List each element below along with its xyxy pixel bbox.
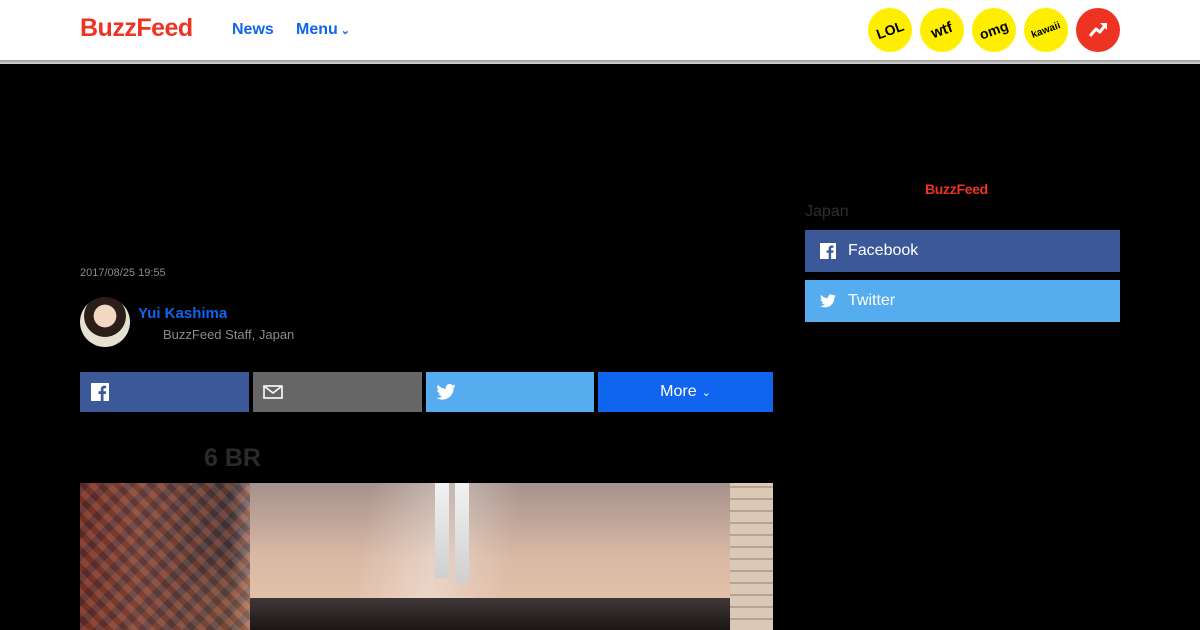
twitter-icon bbox=[436, 382, 456, 402]
sidebar-twitter-label: Twitter bbox=[848, 292, 896, 309]
buzzfeed-logo[interactable]: BuzzFeed bbox=[80, 14, 193, 43]
facebook-icon bbox=[90, 382, 110, 402]
chevron-down-icon: ⌄ bbox=[701, 386, 711, 399]
mail-icon bbox=[263, 382, 283, 402]
badge-kawaii[interactable]: kawaii bbox=[1024, 8, 1068, 52]
sidebar-country-label: Japan bbox=[805, 203, 849, 220]
header-divider bbox=[0, 60, 1200, 64]
publish-timestamp: 2017/08/25 19:55 bbox=[80, 267, 166, 279]
nav-menu-button[interactable]: Menu ⌄ bbox=[296, 21, 350, 39]
sidebar-buzzfeed-logo[interactable]: BuzzFeed bbox=[925, 181, 988, 197]
nav-menu-label: Menu bbox=[296, 21, 338, 38]
trending-arrow-icon bbox=[1088, 23, 1108, 37]
chevron-down-icon: ⌄ bbox=[340, 25, 350, 37]
facebook-icon bbox=[818, 241, 838, 261]
author-name-link[interactable]: Yui Kashima bbox=[138, 305, 227, 322]
sidebar-facebook-label: Facebook bbox=[848, 242, 919, 259]
badge-lol[interactable]: LOL bbox=[868, 8, 912, 52]
badge-lol-label: LOL bbox=[874, 17, 906, 43]
sidebar-twitter-button[interactable]: Twitter bbox=[805, 280, 1120, 322]
badge-wtf-label: wtf bbox=[928, 18, 956, 42]
share-more-button[interactable]: More ⌄ bbox=[598, 372, 773, 412]
badge-omg[interactable]: omg bbox=[972, 8, 1016, 52]
nav-news-link[interactable]: News bbox=[232, 21, 274, 39]
share-twitter-button[interactable] bbox=[426, 372, 594, 412]
sidebar-facebook-button[interactable]: Facebook bbox=[805, 230, 1120, 272]
article-hero-image bbox=[80, 483, 773, 630]
section-heading: 6 BR bbox=[204, 444, 261, 472]
badge-omg-label: omg bbox=[977, 17, 1011, 43]
badge-wtf[interactable]: wtf bbox=[920, 8, 964, 52]
share-more-label: More bbox=[660, 383, 697, 400]
share-facebook-button[interactable] bbox=[80, 372, 249, 412]
author-avatar[interactable] bbox=[80, 297, 130, 347]
share-email-button[interactable] bbox=[253, 372, 422, 412]
badge-kawaii-label: kawaii bbox=[1030, 19, 1062, 41]
author-role: BuzzFeed Staff, Japan bbox=[163, 327, 295, 342]
trending-button[interactable] bbox=[1076, 8, 1120, 52]
twitter-icon bbox=[818, 291, 838, 311]
site-header: BuzzFeed News Menu ⌄ LOL wtf omg kawaii bbox=[0, 0, 1200, 60]
